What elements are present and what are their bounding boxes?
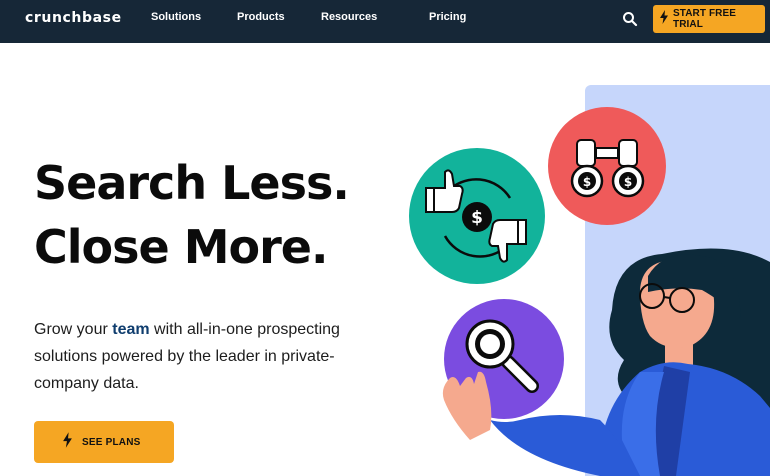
binoculars-badge: $ $ [548,107,666,225]
thumbs-dollar-badge: $ [409,148,545,284]
dollar-icon: $ [462,202,492,232]
svg-text:$: $ [471,208,483,228]
hero-illustration: $ $ $ [409,107,770,476]
svg-text:$: $ [624,175,632,189]
svg-text:$: $ [583,175,591,189]
